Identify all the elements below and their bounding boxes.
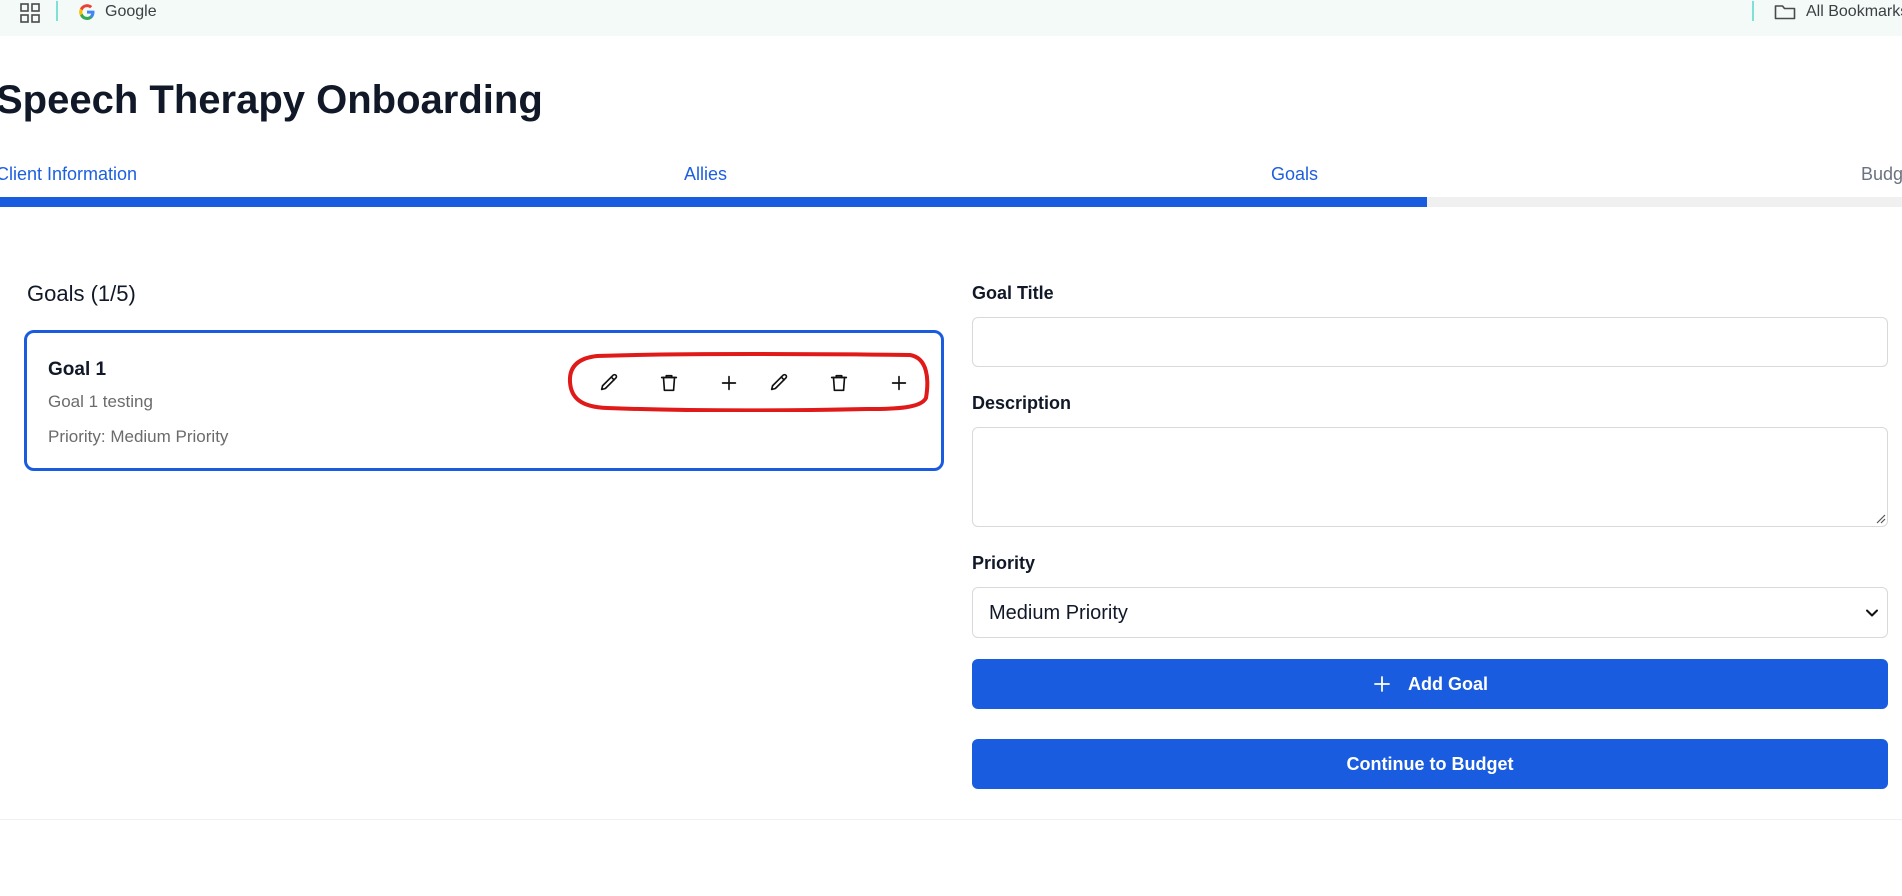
page-title: Speech Therapy Onboarding	[0, 78, 543, 122]
all-bookmarks-label: All Bookmarks	[1806, 3, 1902, 20]
goal-title: Goal 1	[48, 359, 107, 380]
trash-icon	[660, 374, 678, 392]
plus-icon	[891, 375, 907, 391]
goal-priority: Priority: Medium Priority	[48, 427, 229, 446]
goal-card[interactable]: Goal 1 Goal 1 testing Priority: Medium P…	[24, 330, 944, 471]
plus-icon	[721, 375, 737, 391]
plus-icon	[1374, 676, 1390, 692]
all-bookmarks-button[interactable]: All Bookmarks	[1774, 2, 1902, 22]
progress-track	[0, 197, 1902, 207]
apps-grid-icon[interactable]	[20, 3, 40, 23]
resize-handle-icon[interactable]	[1874, 512, 1886, 524]
tab-goals[interactable]: Goals	[1271, 164, 1318, 185]
edit-goal-button[interactable]	[765, 369, 793, 397]
continue-label: Continue to Budget	[1346, 753, 1514, 774]
tab-allies[interactable]: Allies	[684, 164, 727, 185]
add-goal-label: Add Goal	[1408, 673, 1488, 694]
priority-select[interactable]: Medium Priority	[972, 587, 1888, 638]
delete-goal-button[interactable]	[825, 369, 853, 397]
bookmarks-divider	[56, 1, 58, 21]
goal-title-label: Goal Title	[972, 283, 1054, 303]
description-textarea[interactable]	[972, 427, 1888, 527]
add-subgoal-button[interactable]	[885, 369, 913, 397]
folder-icon	[1774, 5, 1796, 20]
chevron-down-icon	[1866, 609, 1878, 617]
bookmarks-bar: Google All Bookmarks	[0, 0, 1902, 36]
pencil-icon	[600, 373, 618, 391]
goals-heading: Goals (1/5)	[27, 281, 136, 306]
goal-description: Goal 1 testing	[48, 392, 153, 411]
tab-budget[interactable]: Budg	[1861, 164, 1902, 185]
progress-fill	[0, 197, 1427, 207]
tab-client-information[interactable]: Client Information	[0, 164, 137, 185]
pencil-icon	[770, 373, 788, 391]
google-logo-icon	[79, 4, 95, 20]
bookmarks-divider-right	[1752, 1, 1754, 21]
add-goal-button[interactable]: Add Goal	[972, 659, 1888, 709]
edit-goal-button[interactable]	[595, 369, 623, 397]
delete-goal-button[interactable]	[655, 369, 683, 397]
section-divider	[0, 819, 1902, 820]
add-subgoal-button[interactable]	[715, 369, 743, 397]
continue-to-budget-button[interactable]: Continue to Budget	[972, 739, 1888, 789]
trash-icon	[830, 374, 848, 392]
goal-title-input[interactable]	[972, 317, 1888, 367]
google-bookmark[interactable]: Google	[78, 2, 157, 22]
description-label: Description	[972, 393, 1072, 413]
priority-select-value: Medium Priority	[989, 602, 1128, 624]
priority-label: Priority	[972, 553, 1036, 573]
google-bookmark-label: Google	[105, 3, 157, 20]
